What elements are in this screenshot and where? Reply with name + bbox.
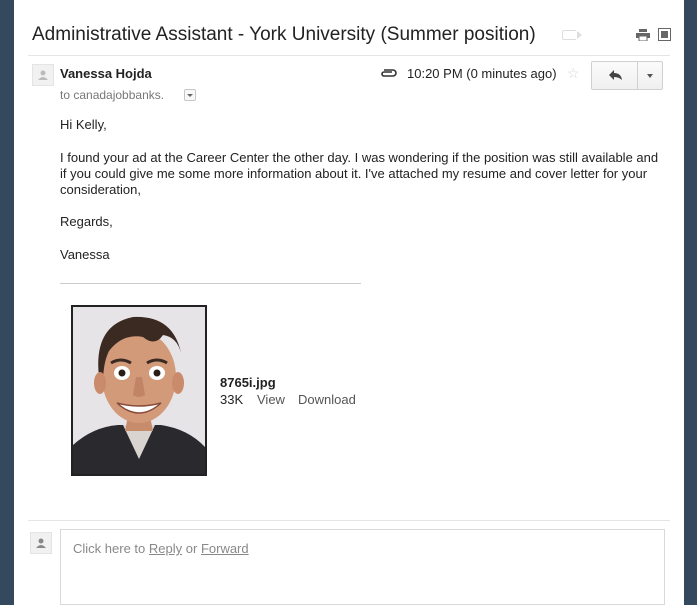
person-icon	[38, 70, 48, 80]
divider	[28, 520, 670, 521]
attachment-filename: 8765i.jpg	[220, 375, 276, 390]
reply-prompt-prefix: Click here to	[73, 541, 146, 556]
reply-box[interactable]: Click here to Reply or Forward	[60, 529, 665, 605]
print-icon[interactable]	[636, 29, 650, 41]
reply-prompt: Click here to Reply or Forward	[73, 541, 249, 556]
attachment-size: 33K	[220, 392, 244, 407]
email-paragraph: I found your ad at the Career Center the…	[60, 150, 659, 197]
forward-link[interactable]: Forward	[201, 541, 249, 556]
reply-button[interactable]	[591, 61, 638, 90]
divider	[28, 55, 670, 56]
attachment-download-link[interactable]: Download	[298, 392, 356, 407]
person-icon	[36, 538, 46, 548]
email-greeting: Hi Kelly,	[60, 117, 107, 132]
star-icon[interactable]: ☆	[567, 65, 580, 82]
paperclip-icon	[381, 69, 397, 77]
attachment-thumbnail[interactable]	[71, 305, 207, 476]
new-window-icon[interactable]	[658, 28, 671, 41]
portrait-image	[73, 307, 205, 474]
email-window: Administrative Assistant - York Universi…	[14, 0, 684, 605]
attachment-divider	[60, 283, 361, 284]
subject-bar: Administrative Assistant - York Universi…	[32, 20, 671, 50]
email-regards: Regards,	[60, 214, 113, 229]
recipient-line: to canadajobbanks.	[60, 88, 165, 102]
reply-prompt-or: or	[185, 541, 198, 556]
reply-link[interactable]: Reply	[149, 541, 182, 556]
user-avatar	[30, 532, 52, 554]
attachment-view-link[interactable]: View	[257, 392, 285, 407]
email-subject: Administrative Assistant - York Universi…	[32, 24, 536, 45]
label-tag-icon[interactable]	[562, 30, 582, 40]
reply-arrow-icon	[609, 70, 622, 80]
email-timestamp: 10:20 PM (0 minutes ago)	[407, 66, 557, 81]
sender-name[interactable]: Vanessa Hojda	[60, 66, 152, 81]
email-signoff: Vanessa	[60, 247, 110, 262]
sender-avatar	[32, 64, 54, 86]
show-details-toggle[interactable]	[184, 89, 196, 101]
more-actions-button[interactable]	[637, 61, 663, 90]
